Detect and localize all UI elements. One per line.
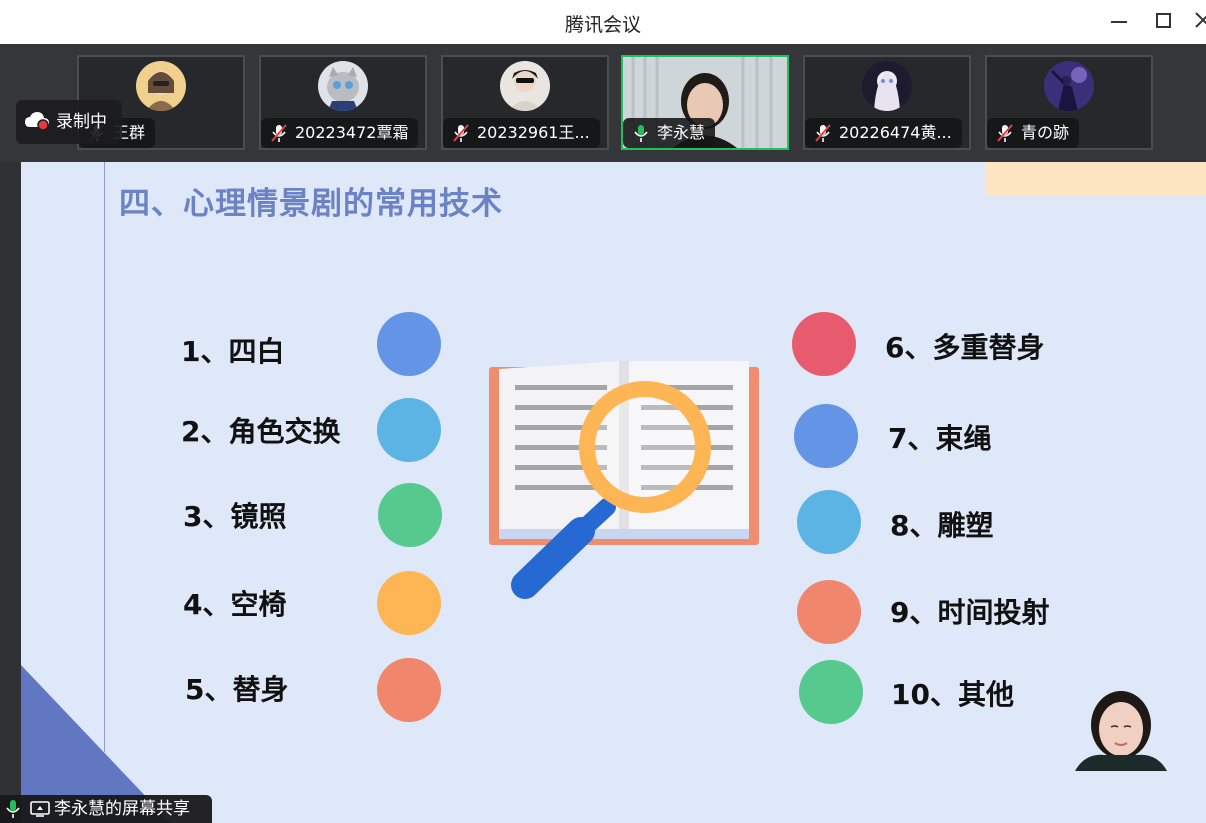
close-icon [1195,12,1206,28]
participant-name: 20232961王... [477,123,590,142]
participant-tile[interactable]: 20223472覃霜 [259,55,427,150]
technique-item: 10、其他 [891,678,1014,711]
minimize-icon [1111,21,1127,23]
screen-share-text: 李永慧的屏幕共享 [54,799,190,819]
avatar [862,61,912,111]
participant-name-bar: 青の跡 [987,118,1080,148]
left-edge [0,162,21,823]
screen-share-label[interactable]: 李永慧的屏幕共享 [0,795,212,823]
title-bar: 腾讯会议 [0,0,1206,44]
meeting-window: 腾讯会议 王群 20223472覃霜 20232961王... 李永慧 2022… [0,0,1206,823]
color-dot [797,580,861,644]
participant-name-bar: 20223472覃霜 [261,118,419,148]
avatar [1044,61,1094,111]
participant-name: 李永慧 [657,123,706,142]
color-dot [794,404,858,468]
participant-name-bar: 李永慧 [623,118,716,148]
maximize-icon [1156,13,1171,28]
participant-name: 20226474黄... [839,123,952,142]
shared-screen-slide: 四、心理情景剧的常用技术 1、四白 2、角色交换 3、镜照 4、空椅 5、替身 … [21,162,1206,823]
technique-item: 4、空椅 [183,588,287,621]
participant-name-bar: 20226474黄... [805,118,962,148]
color-dot [378,483,442,547]
avatar [136,61,186,111]
mic-muted-icon [814,123,832,143]
avatar [500,61,550,111]
avatar [318,61,368,111]
technique-item: 5、替身 [185,673,289,706]
color-dot [377,312,441,376]
technique-item: 3、镜照 [183,500,287,533]
presenter-video [1075,691,1167,771]
technique-item: 9、时间投射 [890,596,1050,629]
participant-name: 青の跡 [1021,123,1070,142]
technique-item: 7、束绳 [888,422,992,455]
slide-title: 四、心理情景剧的常用技术 [119,186,503,222]
minimize-button[interactable] [1105,8,1133,34]
book-magnifier-illustration [489,361,759,599]
screen-share-icon [30,801,50,817]
mic-muted-icon [452,123,470,143]
participant-name: 20223472覃霜 [295,123,409,142]
color-dot [792,312,856,376]
color-dot [377,571,441,635]
color-dot [377,398,441,462]
participant-tile[interactable]: 20232961王... [441,55,609,150]
slide-accent-bar [986,162,1206,195]
recording-indicator[interactable]: 录制中 [16,100,122,144]
mic-muted-icon [270,123,288,143]
color-dot [797,490,861,554]
participant-tile-active-speaker[interactable]: 李永慧 [621,55,789,150]
participant-strip: 王群 20223472覃霜 20232961王... 李永慧 20226474黄… [0,44,1206,162]
technique-item: 2、角色交换 [181,415,341,448]
close-button[interactable] [1190,8,1206,34]
participant-tile[interactable]: 青の跡 [985,55,1153,150]
color-dot [377,658,441,722]
technique-item: 1、四白 [181,335,285,368]
maximize-button[interactable] [1149,8,1177,34]
technique-item: 8、雕塑 [890,509,994,542]
mic-on-icon [632,123,650,143]
participant-tile[interactable]: 20226474黄... [803,55,971,150]
recording-label: 录制中 [56,112,107,132]
color-dot [799,660,863,724]
technique-item: 6、多重替身 [885,331,1045,364]
slide-divider-line [104,162,105,752]
mic-muted-icon [996,123,1014,143]
window-title: 腾讯会议 [564,14,641,36]
cloud-recording-icon [25,112,49,131]
mic-on-icon [6,800,20,818]
participant-name-bar: 20232961王... [443,118,600,148]
